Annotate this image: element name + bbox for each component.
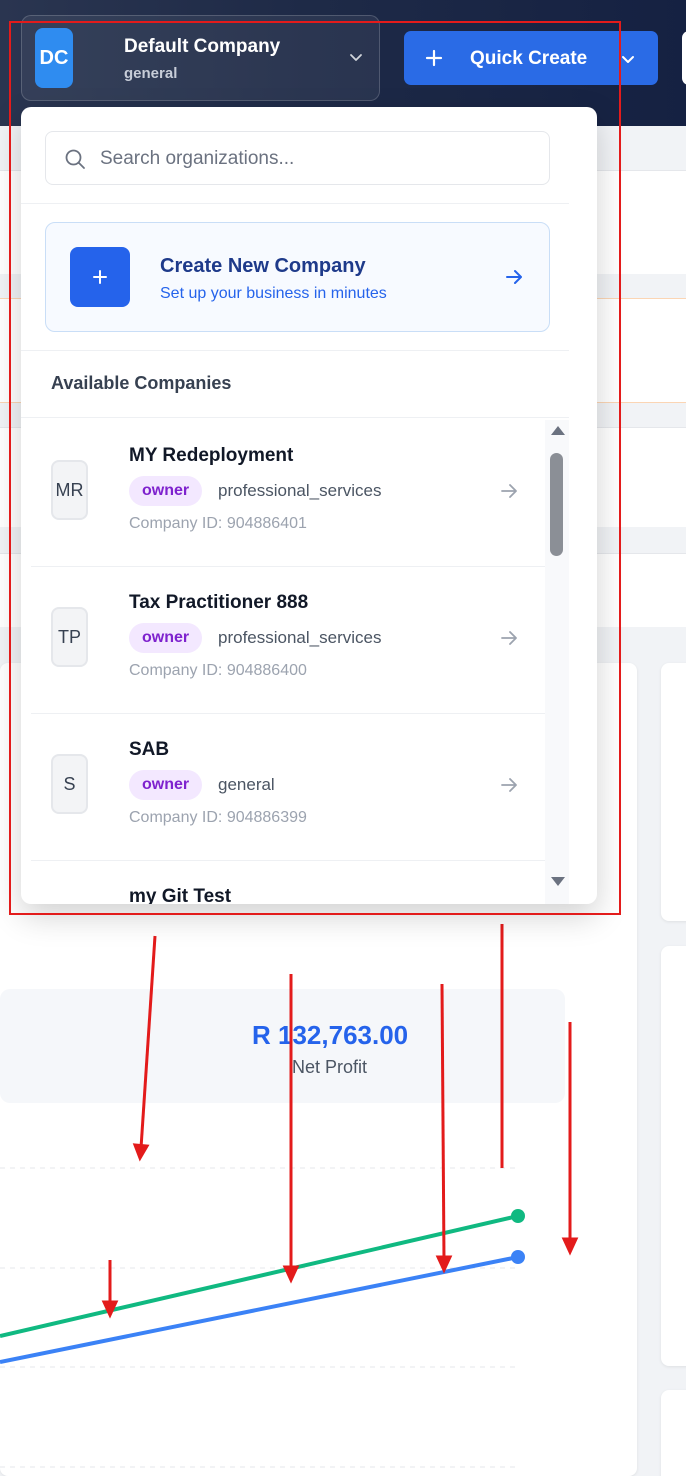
company-item-name: MY Redeployment [129, 445, 294, 466]
arrow-right-icon [506, 270, 522, 284]
scrollbar[interactable] [545, 420, 569, 904]
company-item-id: Company ID: 904886400 [129, 662, 307, 679]
create-company-title: Create New Company [160, 255, 366, 277]
company-avatar: DC [35, 28, 73, 88]
annotation-arrows [101, 924, 579, 1319]
role-badge: owner [129, 476, 203, 506]
scrollbar-thumb[interactable] [550, 453, 563, 556]
company-item-industry: professional_services [218, 481, 382, 500]
company-item[interactable]: TP Tax Practitioner 888 owner profession… [31, 567, 545, 714]
arrow-right-icon [501, 778, 517, 792]
company-item-id: Company ID: 904886399 [129, 809, 307, 826]
plus-icon [70, 247, 130, 307]
company-item[interactable]: MR MY Redeployment owner professional_se… [31, 420, 545, 567]
divider [21, 417, 569, 418]
role-badge: owner [129, 770, 203, 800]
side-card [661, 1390, 686, 1476]
search-icon [65, 149, 85, 169]
quick-create-button[interactable]: Quick Create [404, 31, 658, 85]
plus-icon [425, 49, 443, 67]
company-item-avatar: S [51, 754, 88, 814]
organization-dropdown: Create New Company Set up your business … [21, 107, 597, 904]
arrow-right-icon [501, 484, 517, 498]
create-company-subtitle: Set up your business in minutes [160, 285, 387, 302]
role-badge: owner [129, 623, 203, 653]
section-heading: Available Companies [51, 373, 232, 393]
company-item[interactable]: my Git Test [31, 861, 545, 904]
header-action-button[interactable] [682, 31, 686, 85]
chevron-down-icon [350, 54, 362, 61]
company-item-avatar: TP [51, 607, 88, 667]
company-switcher[interactable]: DC Default Company general [21, 15, 380, 101]
chevron-down-icon[interactable] [620, 51, 636, 67]
scroll-up-icon[interactable] [551, 426, 565, 435]
company-item-name: Tax Practitioner 888 [129, 592, 309, 613]
company-item-industry: general [218, 775, 275, 794]
arrow-right-icon [501, 631, 517, 645]
company-list: MR MY Redeployment owner professional_se… [21, 420, 597, 904]
search-input[interactable] [100, 146, 520, 172]
company-item[interactable]: S SAB owner general Company ID: 90488639… [31, 714, 545, 861]
company-name: Default Company [124, 36, 281, 57]
company-item-industry: professional_services [218, 628, 382, 647]
company-item-id: Company ID: 904886401 [129, 515, 307, 532]
company-item-name: my Git Test [129, 886, 232, 904]
divider [21, 350, 569, 351]
create-company-button[interactable]: Create New Company Set up your business … [45, 222, 550, 332]
quick-create-label: Quick Create [470, 48, 588, 69]
company-item-name: SAB [129, 739, 170, 760]
company-item-avatar: MR [51, 460, 88, 520]
scroll-down-icon[interactable] [551, 877, 565, 886]
divider [21, 203, 569, 204]
search-box[interactable] [45, 131, 550, 185]
company-type: general [124, 65, 178, 82]
side-card [661, 663, 686, 921]
